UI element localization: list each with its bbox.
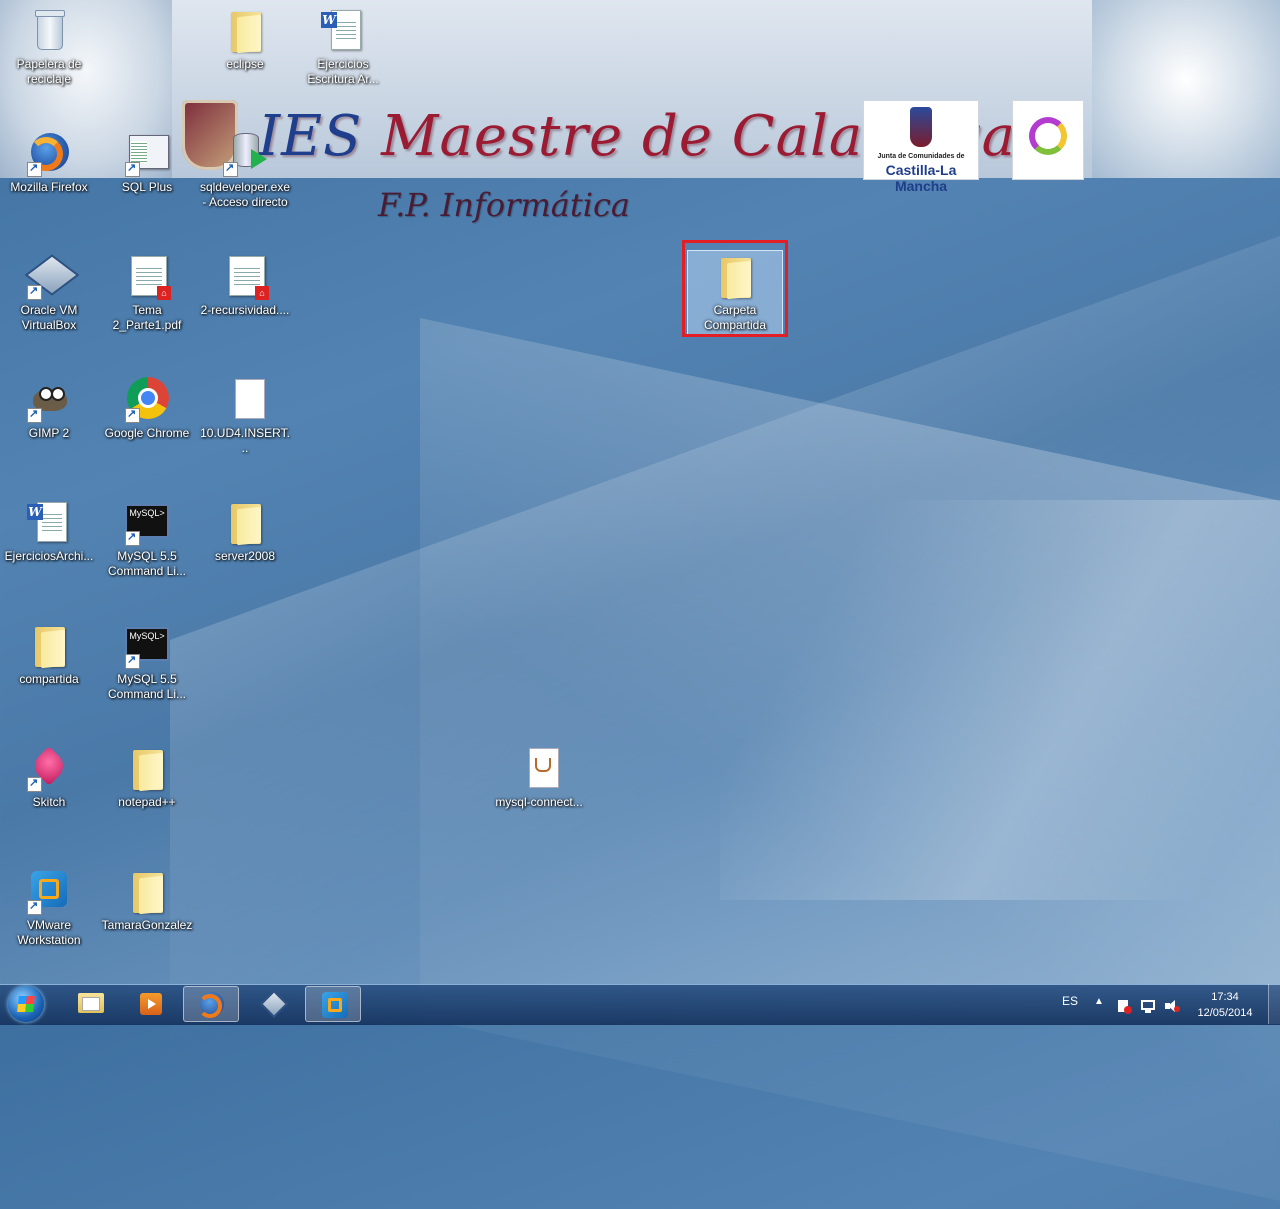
wallpaper-banner-right — [1092, 0, 1280, 178]
desktop-icon-tema2[interactable]: ⌂ Tema 2_Parte1.pdf — [99, 252, 195, 333]
pdf-badge-icon: ⌂ — [157, 286, 171, 300]
mysql-console-icon: MySQL> — [123, 498, 171, 546]
firefox-icon — [25, 129, 73, 177]
shortcut-arrow-icon — [125, 407, 140, 423]
desktop-icon-server2008[interactable]: server2008 — [197, 498, 293, 564]
folder-icon — [123, 744, 171, 792]
firefox-icon — [198, 992, 226, 1018]
blank-document-icon — [221, 375, 269, 423]
pdf-document-icon: ⌂ — [123, 252, 171, 300]
show-desktop-button[interactable] — [1268, 984, 1280, 1024]
desktop-icon-recursividad[interactable]: ⌂ 2-recursividad.... — [197, 252, 293, 318]
sql-plus-window-icon — [123, 129, 171, 177]
desktop-icon-compartida[interactable]: compartida — [1, 621, 97, 687]
shortcut-arrow-icon — [125, 161, 140, 177]
desktop-icon-carpeta-compartida[interactable]: Carpeta Compartida — [687, 252, 783, 333]
word-document-icon: W — [25, 498, 73, 546]
desktop-icon-chrome[interactable]: Google Chrome — [99, 375, 195, 441]
vmware-icon — [320, 992, 348, 1018]
taskbar-button-virtualbox[interactable] — [244, 986, 300, 1022]
show-hidden-icons-button[interactable]: ▲ — [1094, 996, 1104, 1032]
pdf-document-icon: ⌂ — [221, 252, 269, 300]
desktop-icon-mysql-1[interactable]: MySQL> MySQL 5.5 Command Li... — [99, 498, 195, 579]
action-center-flag-icon[interactable] — [1116, 998, 1132, 1014]
desktop-icon-recycle-bin[interactable]: Papelera de reciclaje — [1, 6, 97, 87]
mysql-console-icon: MySQL> — [123, 621, 171, 669]
banner-subtitle: F.P. Informática — [378, 186, 630, 224]
windows-flag-icon — [17, 996, 35, 1012]
network-icon[interactable] — [1140, 998, 1156, 1014]
taskbar-button-media-player[interactable] — [122, 986, 178, 1022]
windows-explorer-icon — [76, 991, 104, 1017]
desktop-icon-insert[interactable]: 10.UD4.INSERT... — [197, 375, 293, 456]
desktop-icon-ejercicios-archi[interactable]: W EjerciciosArchi... — [1, 498, 97, 564]
virtualbox-cube-icon — [258, 989, 289, 1019]
language-indicator[interactable]: ES — [1062, 994, 1078, 1030]
desktop-icon-firefox[interactable]: Mozilla Firefox — [1, 129, 97, 195]
shortcut-arrow-icon — [27, 899, 42, 915]
sqldeveloper-database-icon — [221, 129, 269, 177]
taskbar-button-firefox[interactable] — [183, 986, 239, 1022]
word-document-icon: W — [319, 6, 367, 54]
desktop-icon-virtualbox[interactable]: Oracle VM VirtualBox — [1, 252, 97, 333]
folder-icon — [221, 498, 269, 546]
volume-muted-icon[interactable] — [1164, 998, 1180, 1014]
desktop-icon-sqldeveloper[interactable]: sqldeveloper.exe - Acceso directo — [197, 129, 293, 210]
skitch-heart-icon — [25, 744, 73, 792]
taskbar-button-vmware[interactable] — [305, 986, 361, 1022]
folder-icon — [221, 6, 269, 54]
system-clock[interactable]: 17:34 12/05/2014 — [1190, 989, 1260, 1021]
pdf-badge-icon: ⌂ — [255, 286, 269, 300]
java-archive-icon — [515, 744, 563, 792]
wallpaper-glow — [720, 500, 1280, 900]
desktop-icon-eclipse[interactable]: eclipse — [197, 6, 293, 72]
gimp-icon — [25, 375, 73, 423]
folder-icon — [123, 867, 171, 915]
shortcut-arrow-icon — [223, 161, 238, 177]
desktop-icon-ejercicios-escritura[interactable]: W Ejercicios Escritura Ar... — [295, 6, 391, 87]
desktop-icon-mysql-2[interactable]: MySQL> MySQL 5.5 Command Li... — [99, 621, 195, 702]
desktop-icon-gimp[interactable]: GIMP 2 — [1, 375, 97, 441]
desktop-icon-mysql-connector[interactable]: mysql-connect... — [491, 744, 587, 810]
start-button[interactable] — [4, 984, 48, 1024]
desktop-icon-sql-plus[interactable]: SQL Plus — [99, 129, 195, 195]
clock-date: 12/05/2014 — [1197, 1007, 1253, 1019]
desktop-icon-tamara[interactable]: TamaraGonzalez — [99, 867, 195, 933]
recycle-bin-icon — [25, 6, 73, 54]
media-player-icon — [136, 991, 164, 1017]
chrome-icon — [123, 375, 171, 423]
taskbar-button-explorer[interactable] — [62, 986, 118, 1022]
educa-clm-logo — [1012, 100, 1084, 180]
shortcut-arrow-icon — [27, 284, 42, 300]
folder-icon — [711, 252, 759, 300]
shortcut-arrow-icon — [125, 530, 140, 546]
shortcut-arrow-icon — [27, 161, 42, 177]
desktop-icon-skitch[interactable]: Skitch — [1, 744, 97, 810]
clock-time: 17:34 — [1211, 991, 1239, 1003]
educa-swirl-icon — [1029, 117, 1067, 155]
jccm-emblem-icon — [910, 107, 932, 147]
shortcut-arrow-icon — [27, 776, 42, 792]
virtualbox-cube-icon — [24, 252, 80, 300]
vmware-icon — [25, 867, 73, 915]
shortcut-arrow-icon — [125, 653, 140, 669]
shortcut-arrow-icon — [27, 407, 42, 423]
desktop-icon-vmware[interactable]: VMware Workstation — [1, 867, 97, 948]
folder-icon — [25, 621, 73, 669]
desktop-icon-notepadpp[interactable]: notepad++ — [99, 744, 195, 810]
jccm-logo: Junta de Comunidades de Castilla-La Manc… — [863, 100, 979, 194]
